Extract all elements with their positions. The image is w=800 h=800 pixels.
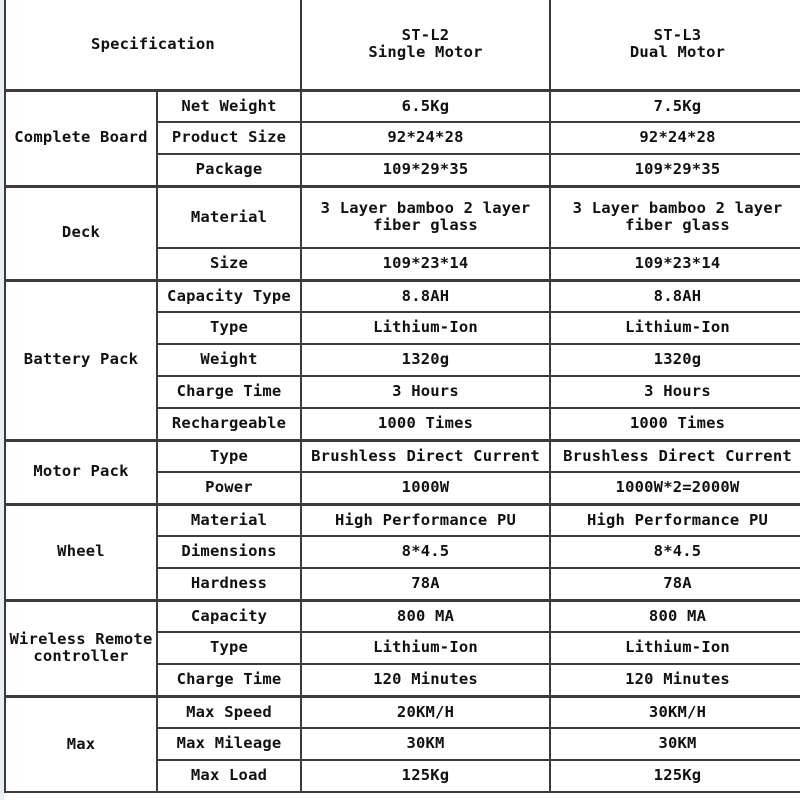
- value-l2: 78A: [300, 567, 552, 601]
- parameter-label: Charge Time: [155, 375, 303, 409]
- value-l2: Lithium-Ion: [300, 631, 552, 665]
- parameter-label: Size: [155, 247, 303, 281]
- table-row: Battery Pack Capacity Type 8.8AH 8.8AH: [4, 278, 800, 441]
- group-label: Wireless Remote controller: [4, 598, 158, 697]
- value-l3: 30KM/H: [549, 694, 800, 729]
- page-title: Specification: [4, 0, 303, 92]
- parameter-label: Rechargeable: [155, 407, 303, 441]
- table-row: Deck Material 3 Layer bamboo 2 layer fiber…: [4, 184, 800, 281]
- value-l3: 8*4.5: [549, 535, 800, 569]
- spec-sheet: Specification ST-L2 Single Motor ST-L3 Dua…: [0, 0, 800, 800]
- value-l2: 800 MA: [300, 598, 552, 633]
- column-header-col-l3: ST-L3 Dual Motor: [549, 0, 800, 92]
- value-l3: 109*23*14: [549, 247, 800, 281]
- value-l2: 1000 Times: [300, 407, 552, 441]
- parameter-label: Capacity Type: [155, 278, 303, 313]
- value-l3: 120 Minutes: [549, 663, 800, 697]
- specification-table: Specification ST-L2 Single Motor ST-L3 Dua…: [4, 0, 800, 793]
- value-l3: Lithium-Ion: [549, 631, 800, 665]
- value-l2: 3 Layer bamboo 2 layer fiber glass: [300, 184, 552, 249]
- value-l2: 1000W: [300, 471, 552, 505]
- parameter-label: Net Weight: [155, 88, 303, 123]
- parameter-label: Type: [155, 438, 303, 473]
- value-l2: 125Kg: [300, 759, 552, 793]
- value-l3: 30KM: [549, 727, 800, 761]
- value-l3: 78A: [549, 567, 800, 601]
- value-l3: 125Kg: [549, 759, 800, 793]
- parameter-label: Max Speed: [155, 694, 303, 729]
- group-label: Complete Board: [4, 88, 158, 187]
- value-l2: 6.5Kg: [300, 88, 552, 123]
- column-header-col-l2: ST-L2 Single Motor: [300, 0, 552, 92]
- value-l2: 8.8AH: [300, 278, 552, 313]
- table-row: Wheel Material High Performance PU High Per…: [4, 502, 800, 601]
- parameter-label: Hardness: [155, 567, 303, 601]
- value-l3: 92*24*28: [549, 121, 800, 155]
- parameter-label: Max Load: [155, 759, 303, 793]
- value-l3: 8.8AH: [549, 278, 800, 313]
- value-l2: 8*4.5: [300, 535, 552, 569]
- value-l3: 3 Hours: [549, 375, 800, 409]
- value-l3: 1000W*2=2000W: [549, 471, 800, 505]
- value-l3: 1000 Times: [549, 407, 800, 441]
- value-l3: 1320g: [549, 343, 800, 377]
- value-l2: Brushless Direct Current: [300, 438, 552, 473]
- value-l2: 109*29*35: [300, 153, 552, 187]
- value-l2: 92*24*28: [300, 121, 552, 155]
- table-header-row: Specification ST-L2 Single Motor ST-L3 Dua…: [4, 0, 800, 92]
- value-l2: 120 Minutes: [300, 663, 552, 697]
- parameter-label: Capacity: [155, 598, 303, 633]
- group-label: Deck: [4, 184, 158, 281]
- parameter-label: Material: [155, 184, 303, 249]
- value-l2: High Performance PU: [300, 502, 552, 537]
- value-l2: 3 Hours: [300, 375, 552, 409]
- value-l2: Lithium-Ion: [300, 311, 552, 345]
- value-l3: High Performance PU: [549, 502, 800, 537]
- value-l3: Brushless Direct Current: [549, 438, 800, 473]
- group-label: Max: [4, 694, 158, 793]
- parameter-label: Dimensions: [155, 535, 303, 569]
- table-row: Complete Board Net Weight 6.5Kg 7.5Kg: [4, 88, 800, 187]
- group-label: Battery Pack: [4, 278, 158, 441]
- value-l3: 109*29*35: [549, 153, 800, 187]
- value-l3: Lithium-Ion: [549, 311, 800, 345]
- table-row: Motor Pack Type Brushless Direct Current Br…: [4, 438, 800, 505]
- parameter-label: Weight: [155, 343, 303, 377]
- parameter-label: Type: [155, 311, 303, 345]
- table-row: Max Max Speed 20KM/H 30KM/H: [4, 694, 800, 793]
- parameter-label: Type: [155, 631, 303, 665]
- value-l2: 30KM: [300, 727, 552, 761]
- parameter-label: Package: [155, 153, 303, 187]
- value-l3: 3 Layer bamboo 2 layer fiber glass: [549, 184, 800, 249]
- group-label: Wheel: [4, 502, 158, 601]
- group-label: Motor Pack: [4, 438, 158, 505]
- table-row: Wireless Remote controller Capacity 800 MA…: [4, 598, 800, 697]
- value-l3: 800 MA: [549, 598, 800, 633]
- value-l2: 20KM/H: [300, 694, 552, 729]
- parameter-label: Product Size: [155, 121, 303, 155]
- parameter-label: Max Mileage: [155, 727, 303, 761]
- parameter-label: Power: [155, 471, 303, 505]
- value-l3: 7.5Kg: [549, 88, 800, 123]
- value-l2: 1320g: [300, 343, 552, 377]
- parameter-label: Material: [155, 502, 303, 537]
- value-l2: 109*23*14: [300, 247, 552, 281]
- parameter-label: Charge Time: [155, 663, 303, 697]
